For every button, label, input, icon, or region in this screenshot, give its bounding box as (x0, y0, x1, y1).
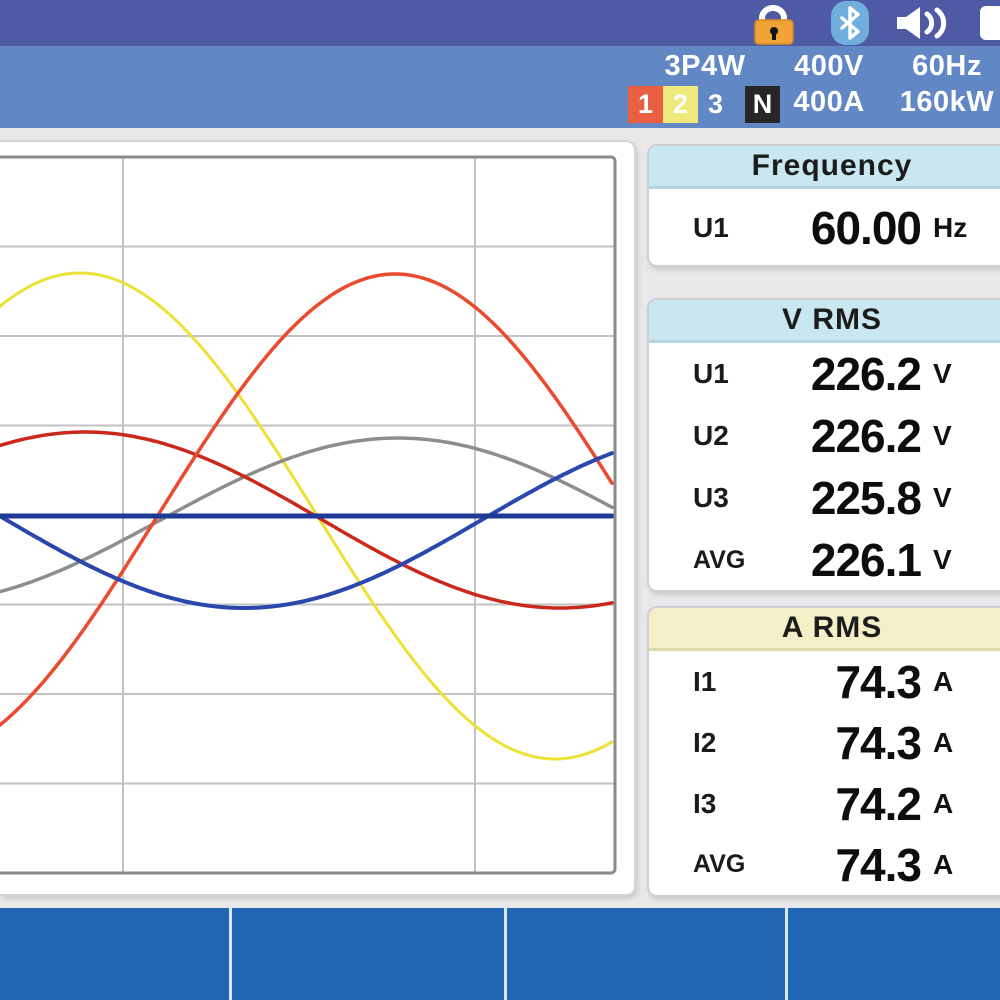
measurement-unit: V (933, 482, 989, 514)
softkey-1[interactable] (0, 908, 229, 1000)
current-range: 400A (770, 86, 888, 119)
vrms-panel: V RMS U1 226.2 V U2 226.2 V U3 225.8 V A… (647, 298, 1000, 592)
arms-row-i3: I3 74.2 A (649, 773, 1000, 834)
softkey-bar (0, 908, 1000, 1000)
status-icons (740, 0, 1000, 46)
bluetooth-icon (830, 0, 870, 46)
arms-row-i1: I1 74.3 A (649, 651, 1000, 712)
frequency-panel: Frequency U1 60.00 Hz (647, 144, 1000, 267)
channel-label: U1 (693, 212, 779, 244)
channel-label: I2 (693, 727, 779, 759)
measurement-value: 74.3 (779, 838, 921, 892)
waveform-chart-card (0, 140, 636, 896)
settings-bar: 3P4W 400V 60Hz 400A 160kW (0, 46, 1000, 128)
measurement-value: 74.3 (779, 716, 921, 770)
wave-current-darkred (0, 432, 612, 608)
measurement-unit: Hz (933, 212, 989, 244)
measurement-unit: V (933, 358, 989, 390)
measurement-value: 225.8 (779, 471, 921, 525)
arms-panel: A RMS I1 74.3 A I2 74.3 A I3 74.2 A AVG … (647, 606, 1000, 897)
channel-label: U3 (693, 482, 779, 514)
measurement-unit: A (933, 727, 989, 759)
vrms-row-u1: U1 226.2 V (649, 343, 1000, 405)
vrms-panel-title: V RMS (649, 300, 1000, 343)
wave-current-blue (0, 453, 612, 608)
measurement-unit: A (933, 788, 989, 820)
phase-badge-2: 2 (663, 86, 698, 123)
softkey-divider (504, 908, 507, 1000)
measurement-unit: V (933, 544, 989, 576)
phase-badges: 1 2 3 N (628, 86, 780, 123)
channel-label: I3 (693, 788, 779, 820)
phase-badge-1: 1 (628, 86, 663, 123)
voltage-range: 400V (770, 50, 888, 83)
measurement-value: 226.2 (779, 409, 921, 463)
phase-badge-3: 3 (698, 86, 733, 123)
softkey-4[interactable] (788, 908, 1000, 1000)
arms-row-i2: I2 74.3 A (649, 712, 1000, 773)
channel-label: AVG (693, 546, 779, 575)
softkey-2[interactable] (232, 908, 504, 1000)
top-status-bar (0, 0, 1000, 46)
wave-voltage-red (0, 274, 612, 739)
lock-icon (748, 4, 800, 46)
arms-panel-title: A RMS (649, 608, 1000, 651)
softkey-divider (229, 908, 232, 1000)
battery-icon-partial (978, 6, 1000, 40)
channel-label: U1 (693, 358, 779, 390)
measurement-value: 60.00 (779, 201, 921, 255)
softkey-3[interactable] (507, 908, 785, 1000)
vrms-row-avg: AVG 226.1 V (649, 529, 1000, 591)
measurement-value: 226.1 (779, 533, 921, 587)
measurement-value: 74.3 (779, 655, 921, 709)
measurement-value: 74.2 (779, 777, 921, 831)
measurement-unit: A (933, 666, 989, 698)
frequency-panel-title: Frequency (649, 146, 1000, 189)
channel-label: AVG (693, 850, 779, 879)
phase-badge-n: N (745, 86, 780, 123)
channel-label: I1 (693, 666, 779, 698)
vrms-row-u3: U3 225.8 V (649, 467, 1000, 529)
measurement-value: 226.2 (779, 347, 921, 401)
wiring-mode: 3P4W (628, 50, 782, 83)
frequency-row-u1: U1 60.00 Hz (649, 189, 1000, 267)
measurement-unit: A (933, 849, 989, 881)
channel-label: U2 (693, 420, 779, 452)
frequency-setting: 60Hz (882, 50, 1000, 83)
vrms-row-u2: U2 226.2 V (649, 405, 1000, 467)
softkey-divider (785, 908, 788, 1000)
measurement-unit: V (933, 420, 989, 452)
waveform-svg (0, 142, 636, 894)
power-range: 160kW (882, 86, 1000, 119)
volume-icon (895, 6, 957, 40)
arms-row-avg: AVG 74.3 A (649, 834, 1000, 895)
